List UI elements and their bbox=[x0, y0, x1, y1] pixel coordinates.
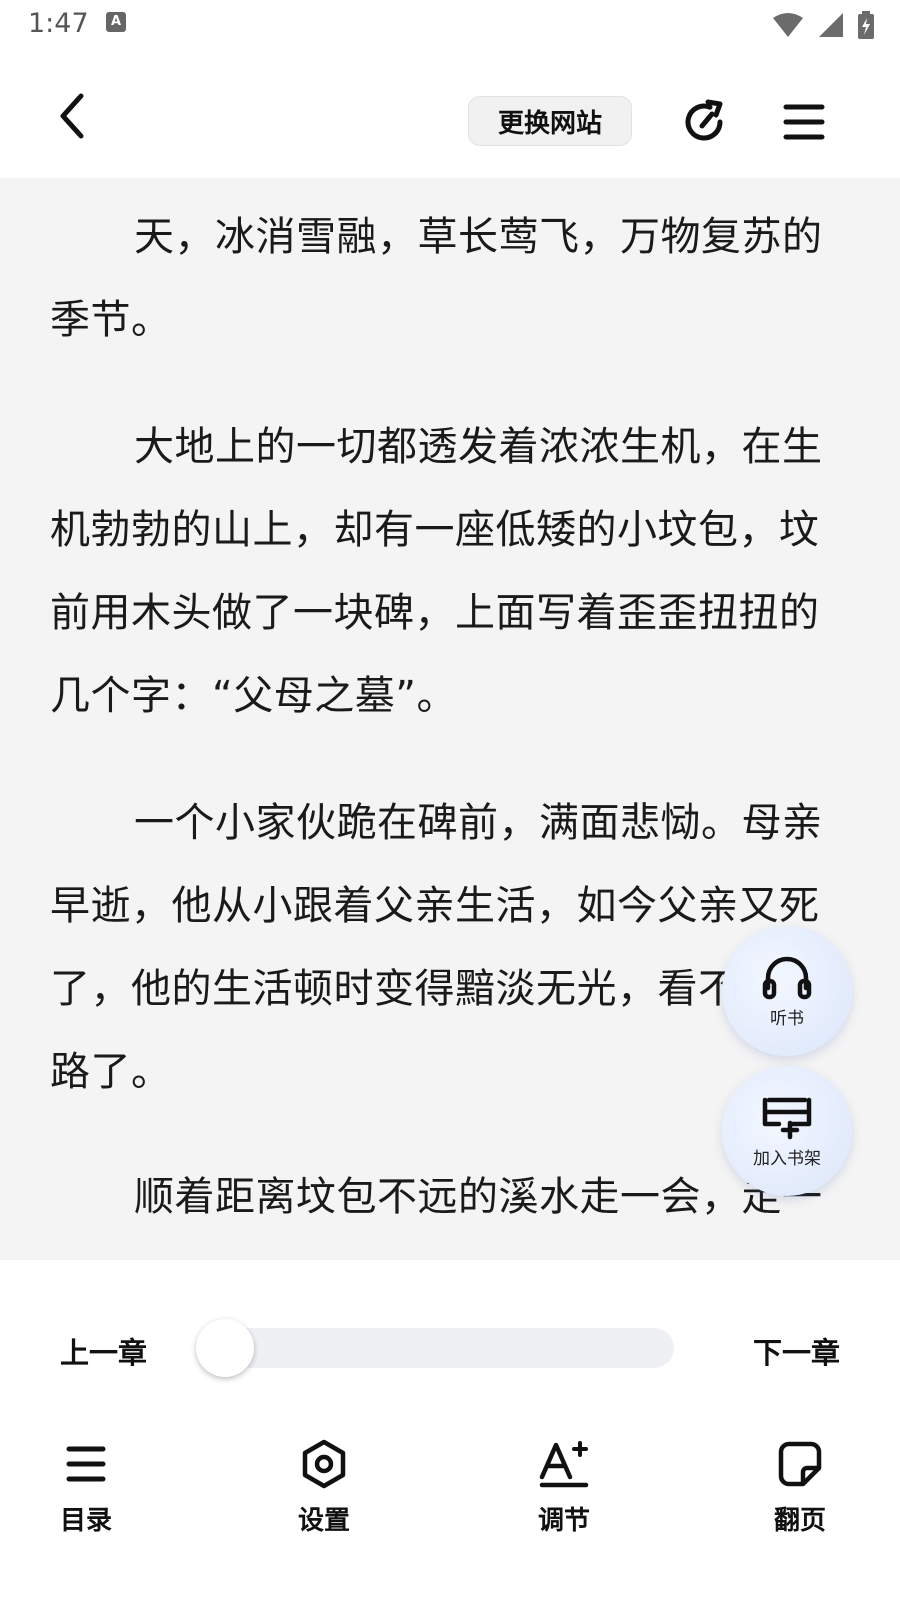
refresh-button[interactable] bbox=[676, 94, 732, 150]
menu-button[interactable] bbox=[776, 94, 832, 150]
top-toolbar: 更换网站 bbox=[0, 50, 900, 178]
listen-book-label: 听书 bbox=[770, 1008, 804, 1029]
reading-content[interactable]: 天，冰消雪融，草长莺飞，万物复苏的季节。 大地上的一切都透发着浓浓生机，在生机勃… bbox=[0, 178, 900, 1260]
tab-page-turn[interactable]: 翻页 bbox=[740, 1438, 860, 1537]
wifi-icon bbox=[773, 13, 803, 37]
next-chapter-button[interactable]: 下一章 bbox=[753, 1330, 840, 1372]
signal-icon bbox=[819, 13, 843, 37]
add-to-shelf-button[interactable]: 加入书架 bbox=[722, 1066, 852, 1196]
status-bar: 1:47 A bbox=[0, 0, 900, 50]
status-time: 1:47 bbox=[28, 8, 89, 39]
hamburger-menu-icon bbox=[783, 104, 825, 140]
bottom-panel: 上一章 下一章 目录 设置 调节 翻页 bbox=[0, 1260, 900, 1600]
prev-chapter-button[interactable]: 上一章 bbox=[60, 1330, 147, 1372]
notification-icon: A bbox=[106, 12, 126, 32]
paragraph: 顺着距离坟包不远的溪水走一会，走一 bbox=[134, 1174, 823, 1220]
paragraph: 一个小家伙跪在碑前，满面悲恸。母亲早逝，他从小跟着父亲生活，如今父亲又死了，他的… bbox=[50, 800, 823, 1095]
switch-site-button[interactable]: 更换网站 bbox=[468, 96, 632, 146]
headphones-icon bbox=[762, 956, 812, 999]
tab-settings[interactable]: 设置 bbox=[264, 1438, 384, 1537]
paragraph: 天，冰消雪融，草长莺飞，万物复苏的季节。 bbox=[50, 214, 823, 343]
listen-book-button[interactable]: 听书 bbox=[722, 926, 852, 1056]
refresh-icon bbox=[685, 99, 723, 141]
tab-catalog[interactable]: 目录 bbox=[26, 1438, 146, 1537]
system-icons bbox=[772, 8, 874, 42]
page-turn-icon bbox=[778, 1441, 822, 1487]
tab-adjust[interactable]: 调节 bbox=[504, 1438, 624, 1537]
add-bookshelf-icon bbox=[762, 1097, 812, 1139]
settings-icon bbox=[302, 1439, 346, 1489]
tab-page-turn-label: 翻页 bbox=[773, 1506, 826, 1536]
font-adjust-icon bbox=[539, 1441, 589, 1488]
chapter-progress-thumb[interactable] bbox=[196, 1319, 254, 1377]
back-button[interactable] bbox=[42, 86, 102, 146]
tab-adjust-label: 调节 bbox=[537, 1506, 590, 1536]
list-icon bbox=[66, 1446, 106, 1482]
add-to-shelf-label: 加入书架 bbox=[753, 1148, 821, 1169]
chapter-progress-track[interactable] bbox=[196, 1328, 674, 1368]
tab-settings-label: 设置 bbox=[297, 1506, 350, 1536]
chevron-left-icon bbox=[60, 93, 84, 139]
battery-icon bbox=[858, 11, 874, 39]
tab-catalog-label: 目录 bbox=[59, 1506, 112, 1536]
paragraph: 大地上的一切都透发着浓浓生机，在生机勃勃的山上，却有一座低矮的小坟包，坟前用木头… bbox=[50, 424, 823, 719]
